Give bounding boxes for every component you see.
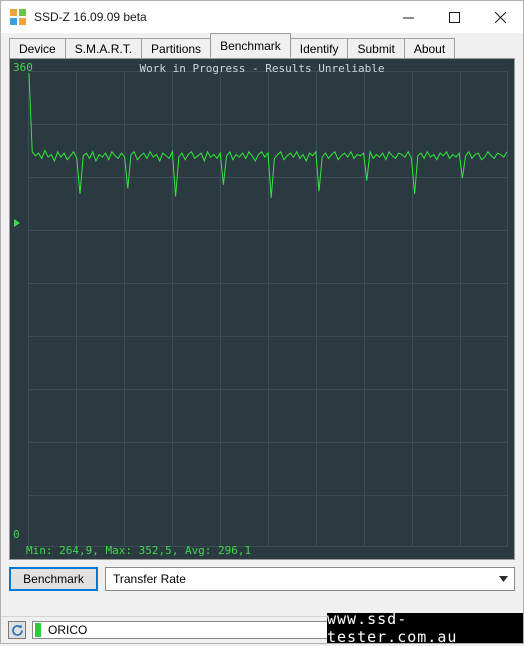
benchmark-mode-value: Transfer Rate — [113, 572, 186, 586]
benchmark-mode-select[interactable]: Transfer Rate — [105, 567, 515, 591]
current-value-marker-icon — [14, 219, 20, 227]
refresh-icon[interactable] — [8, 621, 26, 639]
app-window: SSD-Z 16.09.09 beta Device S.M.A.R.T. Pa… — [0, 0, 524, 646]
graph-canvas — [28, 71, 508, 547]
maximize-icon[interactable] — [431, 1, 477, 33]
graph-y-max-label: 360 — [13, 61, 33, 74]
benchmark-panel: Work in Progress - Results Unreliable 36… — [1, 58, 523, 616]
benchmark-graph: Work in Progress - Results Unreliable 36… — [9, 58, 515, 560]
chevron-down-icon[interactable] — [492, 568, 514, 590]
graph-title: Work in Progress - Results Unreliable — [139, 62, 385, 75]
window-controls — [385, 1, 523, 33]
tab-smart[interactable]: S.M.A.R.T. — [64, 38, 143, 59]
device-activity-indicator — [35, 623, 41, 637]
title-bar: SSD-Z 16.09.09 beta — [1, 1, 523, 33]
watermark: www.ssd-tester.com.au — [327, 610, 523, 646]
minimize-icon[interactable] — [385, 1, 431, 33]
tab-identify[interactable]: Identify — [289, 38, 349, 59]
tab-benchmark[interactable]: Benchmark — [210, 33, 291, 58]
benchmark-button[interactable]: Benchmark — [9, 567, 98, 591]
tab-about[interactable]: About — [403, 38, 456, 59]
graph-y-min-label: 0 — [13, 528, 20, 541]
close-icon[interactable] — [477, 1, 523, 33]
graph-stats-label: Min: 264,9, Max: 352,5, Avg: 296,1 — [26, 544, 252, 557]
device-name-label: ORICO — [48, 623, 88, 637]
app-logo-icon — [10, 9, 26, 25]
tab-submit[interactable]: Submit — [347, 38, 405, 59]
benchmark-controls: Benchmark Transfer Rate — [9, 567, 515, 591]
tab-strip: Device S.M.A.R.T. Partitions Benchmark I… — [1, 33, 523, 59]
tab-device[interactable]: Device — [9, 38, 66, 59]
window-title: SSD-Z 16.09.09 beta — [34, 10, 147, 24]
tab-partitions[interactable]: Partitions — [141, 38, 212, 59]
